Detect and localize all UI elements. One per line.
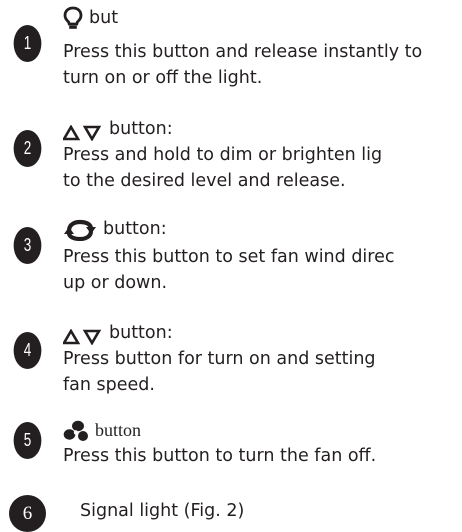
- item-5-title: button: [95, 420, 142, 440]
- bulb-icon: [63, 6, 83, 30]
- item-2-title: button:: [109, 119, 173, 139]
- item-6-title: Signal light (Fig. 2): [80, 501, 245, 521]
- item-3-title: button:: [103, 219, 167, 239]
- up-down-triangle-icon: [63, 125, 103, 141]
- item-5-heading: button: [63, 418, 141, 442]
- item-2-heading: button:: [63, 117, 173, 141]
- item-4-line-2: fan speed.: [63, 375, 155, 395]
- item-1-title: but: [89, 8, 119, 28]
- up-down-triangle-icon: [63, 329, 103, 345]
- item-2-line-2: to the desired level and release.: [63, 171, 346, 191]
- item-4-title: button:: [109, 323, 173, 343]
- item-1-heading: but: [63, 6, 118, 30]
- number-badge-2: 2: [13, 130, 42, 167]
- number-badge-4: 4: [13, 332, 42, 369]
- number-badge-6: 6: [9, 495, 46, 532]
- item-3-heading: button:: [63, 217, 167, 241]
- item-3-line-2: up or down.: [63, 273, 168, 293]
- number-badge-3: 3: [13, 227, 42, 264]
- item-3-line-1: Press this button to set fan wind direc: [63, 247, 395, 267]
- item-1-line-2: turn on or off the light.: [63, 68, 263, 88]
- item-2-line-1: Press and hold to dim or brighten lig: [63, 145, 383, 165]
- number-badge-1: 1: [13, 25, 42, 62]
- rotate-arrows-icon: [63, 219, 97, 241]
- item-5-line-1: Press this button to turn the fan off.: [63, 446, 377, 466]
- item-4-line-1: Press button for turn on and setting: [63, 349, 376, 369]
- fan-icon: [63, 420, 89, 442]
- item-1-line-1: Press this button and release instantly …: [63, 42, 423, 62]
- item-4-heading: button:: [63, 321, 173, 345]
- number-badge-5: 5: [13, 422, 42, 459]
